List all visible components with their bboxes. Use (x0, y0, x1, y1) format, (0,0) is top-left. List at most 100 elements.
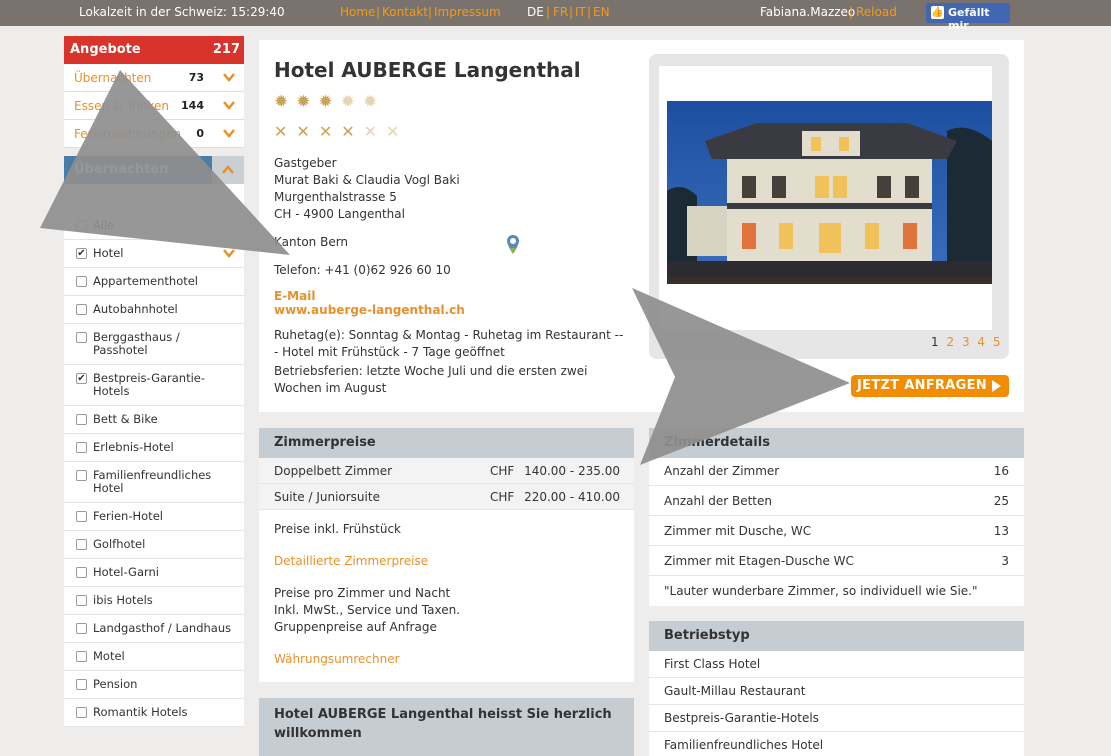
gallery-page-link[interactable]: 2 (946, 335, 956, 349)
angebote-title: Angebote (70, 42, 141, 57)
angebote-item-uebernachten[interactable]: Übernachten 73 (64, 64, 244, 92)
chevron-down-icon[interactable] (222, 127, 236, 139)
nav-kontakt-link[interactable]: Kontakt (382, 5, 428, 19)
chevron-down-icon[interactable] (222, 71, 236, 83)
angebote-item-label: Übernachten (74, 71, 152, 85)
checkbox[interactable] (76, 623, 87, 634)
map-pin-icon[interactable] (506, 234, 520, 256)
checkbox[interactable] (76, 707, 87, 718)
checkbox[interactable] (76, 567, 87, 578)
zimmerdetails-header: Zimmerdetails (649, 428, 1024, 458)
fork-knife-icon: ✕ (318, 122, 342, 141)
nav-home-link[interactable]: Home (340, 5, 375, 19)
website-link[interactable]: www.auberge-langenthal.ch (274, 302, 465, 319)
gallery-page-link[interactable]: 4 (977, 335, 987, 349)
category-checkbox-row[interactable]: Appartementhotel (64, 268, 244, 296)
reload-link[interactable]: Reload (856, 5, 897, 19)
angebote-item-ferienwohnungen[interactable]: Ferienwohnungen 0 (64, 120, 244, 148)
checkbox[interactable] (76, 442, 87, 453)
category-checkbox-row[interactable]: Pension (64, 671, 244, 699)
checkbox[interactable] (76, 511, 87, 522)
category-checkbox-row[interactable]: Ferien-Hotel (64, 503, 244, 531)
gallery-page-link[interactable]: 5 (993, 335, 1003, 349)
angebote-item-label: Ferienwohnungen (74, 127, 182, 141)
facebook-like-button[interactable]: 👍 Gefällt mir (926, 3, 1010, 32)
category-checkbox-label: Appartementhotel (93, 274, 199, 288)
category-checkbox-row[interactable]: Autobahnhotel (64, 296, 244, 324)
fork-rating: ✕✕✕✕✕✕ (274, 122, 408, 141)
category-checkbox-row[interactable]: ibis Hotels (64, 587, 244, 615)
detail-label: Zimmer mit Dusche, WC (664, 524, 812, 538)
betriebstyp-panel: First Class Hotel Gault-Millau Restauran… (649, 651, 1024, 756)
fork-knife-icon: ✕ (296, 122, 319, 141)
category-checkbox-label: Autobahnhotel (93, 302, 178, 316)
checkbox[interactable] (76, 539, 87, 550)
lang-en-link[interactable]: EN (593, 5, 610, 19)
checkbox[interactable] (76, 651, 87, 662)
chevron-down-icon[interactable] (222, 99, 236, 111)
price-note-line: Preise pro Zimmer und Nacht (274, 586, 451, 600)
category-checkbox-row[interactable]: Landgasthof / Landhaus (64, 615, 244, 643)
host-block: Gastgeber Murat Baki & Claudia Vogl Baki… (274, 155, 460, 223)
nav-impressum-link[interactable]: Impressum (434, 5, 501, 19)
checkbox[interactable] (76, 679, 87, 690)
category-checkbox-list: Alle ✔ Hotel Appartementhotel Autobahnhotel B… (64, 212, 244, 727)
category-checkbox-row[interactable]: Berggasthaus / Passhotel (64, 324, 244, 365)
checkbox[interactable] (76, 414, 87, 425)
price-row: Suite / Juniorsuite CHF 220.00 - 410.00 (259, 484, 634, 510)
gallery-page-link[interactable]: 3 (962, 335, 972, 349)
checkbox[interactable] (76, 220, 87, 231)
detail-row: Anzahl der Betten 25 (649, 486, 1024, 516)
category-checkbox-row[interactable]: Bett & Bike (64, 406, 244, 434)
category-checkbox-row[interactable]: Alle (64, 212, 244, 240)
user-name: Fabiana.Mazzeo (760, 5, 856, 19)
angebote-item-essen[interactable]: Essen & Trinken 144 (64, 92, 244, 120)
category-checkbox-row[interactable]: Hotel-Garni (64, 559, 244, 587)
category-checkbox-row[interactable]: Romantik Hotels (64, 699, 244, 727)
zimmerpreise-panel: Doppelbett Zimmer CHF 140.00 - 235.00 Su… (259, 458, 634, 682)
checked-checkbox[interactable]: ✔ (76, 373, 87, 384)
hotel-photo[interactable] (667, 101, 992, 284)
lang-it-link[interactable]: IT (575, 5, 586, 19)
checkbox[interactable] (76, 332, 87, 343)
lang-fr-link[interactable]: FR (553, 5, 568, 19)
room-type: Doppelbett Zimmer (274, 464, 393, 478)
category-checkbox-row[interactable]: ✔ Hotel (64, 240, 244, 268)
checkbox[interactable] (76, 304, 87, 315)
thumbs-up-icon: 👍 (931, 6, 944, 19)
category-checkbox-row[interactable]: Motel (64, 643, 244, 671)
checked-checkbox[interactable]: ✔ (76, 248, 87, 259)
gallery-pager: 1 2 3 4 5 (931, 335, 1003, 349)
price-range: 140.00 - 235.00 (524, 464, 620, 478)
fork-knife-icon: ✕ (341, 122, 364, 141)
category-checkbox-label: ibis Hotels (93, 593, 153, 607)
angebote-count: 217 (212, 42, 240, 57)
separator: | (587, 5, 592, 19)
uebernachten-header[interactable]: Übernachten (64, 156, 244, 184)
collapse-toggle[interactable] (212, 156, 244, 184)
breakfast-note: Preise inkl. Frühstück (274, 522, 401, 536)
category-checkbox-row[interactable]: Familienfreundliches Hotel (64, 462, 244, 503)
category-checkbox-row[interactable]: Erlebnis-Hotel (64, 434, 244, 462)
checkbox[interactable] (76, 470, 87, 481)
checkbox[interactable] (76, 595, 87, 606)
zimmerpreise-header: Zimmerpreise (259, 428, 634, 458)
category-checkbox-row[interactable]: Golfhotel (64, 531, 244, 559)
angebote-header[interactable]: Angebote 217 (64, 36, 244, 64)
betriebstyp-item: Gault-Millau Restaurant (649, 678, 1024, 705)
category-checkbox-label: Familienfreundliches Hotel (93, 468, 212, 495)
jetzt-anfragen-button[interactable]: JETZT ANFRAGEN (851, 375, 1009, 397)
currency-converter-link[interactable]: Währungsumrechner (274, 652, 400, 666)
detail-row: Zimmer mit Dusche, WC 13 (649, 516, 1024, 546)
category-checkbox-row[interactable]: ✔ Bestpreis-Garantie-Hotels (64, 365, 244, 406)
fork-knife-icon: ✕ (386, 122, 409, 141)
checkbox[interactable] (76, 276, 87, 287)
detail-row: Zimmer mit Etagen-Dusche WC 3 (649, 546, 1024, 576)
betriebsferien-text: Betriebsferien: letzte Woche Juli und di… (274, 364, 588, 395)
lang-de-link[interactable]: DE (527, 5, 544, 19)
separator: | (546, 5, 551, 19)
category-checkbox-label: Bestpreis-Garantie-Hotels (93, 371, 206, 398)
chevron-down-icon[interactable] (222, 247, 236, 259)
gallery-page-current[interactable]: 1 (931, 335, 941, 349)
detailed-prices-link[interactable]: Detaillierte Zimmerpreise (274, 554, 428, 568)
